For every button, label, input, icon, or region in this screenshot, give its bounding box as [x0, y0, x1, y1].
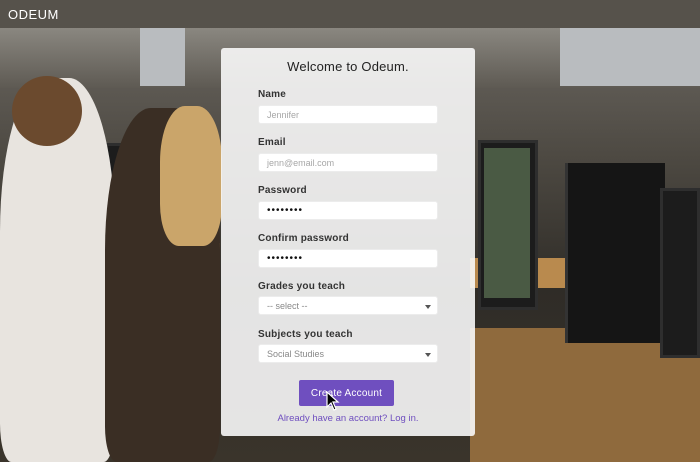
- top-bar: ODEUM: [0, 0, 700, 28]
- name-input[interactable]: Jennifer: [258, 105, 438, 124]
- odeum-logo[interactable]: ODEUM: [8, 7, 59, 22]
- create-account-button[interactable]: Create Account: [299, 380, 394, 406]
- email-input[interactable]: jenn@email.com: [258, 153, 438, 172]
- subjects-select-value: Social Studies: [267, 348, 325, 359]
- email-label: Email: [258, 137, 286, 148]
- password-label: Password: [258, 185, 307, 196]
- login-link[interactable]: Already have an account? Log in.: [221, 413, 475, 424]
- chevron-down-icon: [425, 305, 431, 309]
- mouse-cursor-icon: [326, 391, 340, 411]
- name-label: Name: [258, 89, 287, 100]
- confirm-password-input[interactable]: ••••••••: [258, 249, 438, 268]
- grades-select-value: -- select --: [267, 300, 308, 311]
- subjects-select[interactable]: Social Studies: [258, 344, 438, 363]
- subjects-label: Subjects you teach: [258, 329, 353, 340]
- grades-select[interactable]: -- select --: [258, 296, 438, 315]
- grades-label: Grades you teach: [258, 281, 346, 292]
- password-input[interactable]: ••••••••: [258, 201, 438, 220]
- chevron-down-icon: [425, 353, 431, 357]
- logo-text: ODEUM: [8, 6, 59, 22]
- confirm-password-label: Confirm password: [258, 233, 349, 244]
- form-title: Welcome to Odeum.: [287, 59, 409, 74]
- signup-card: Welcome to Odeum. Name Jennifer Email je…: [221, 48, 475, 436]
